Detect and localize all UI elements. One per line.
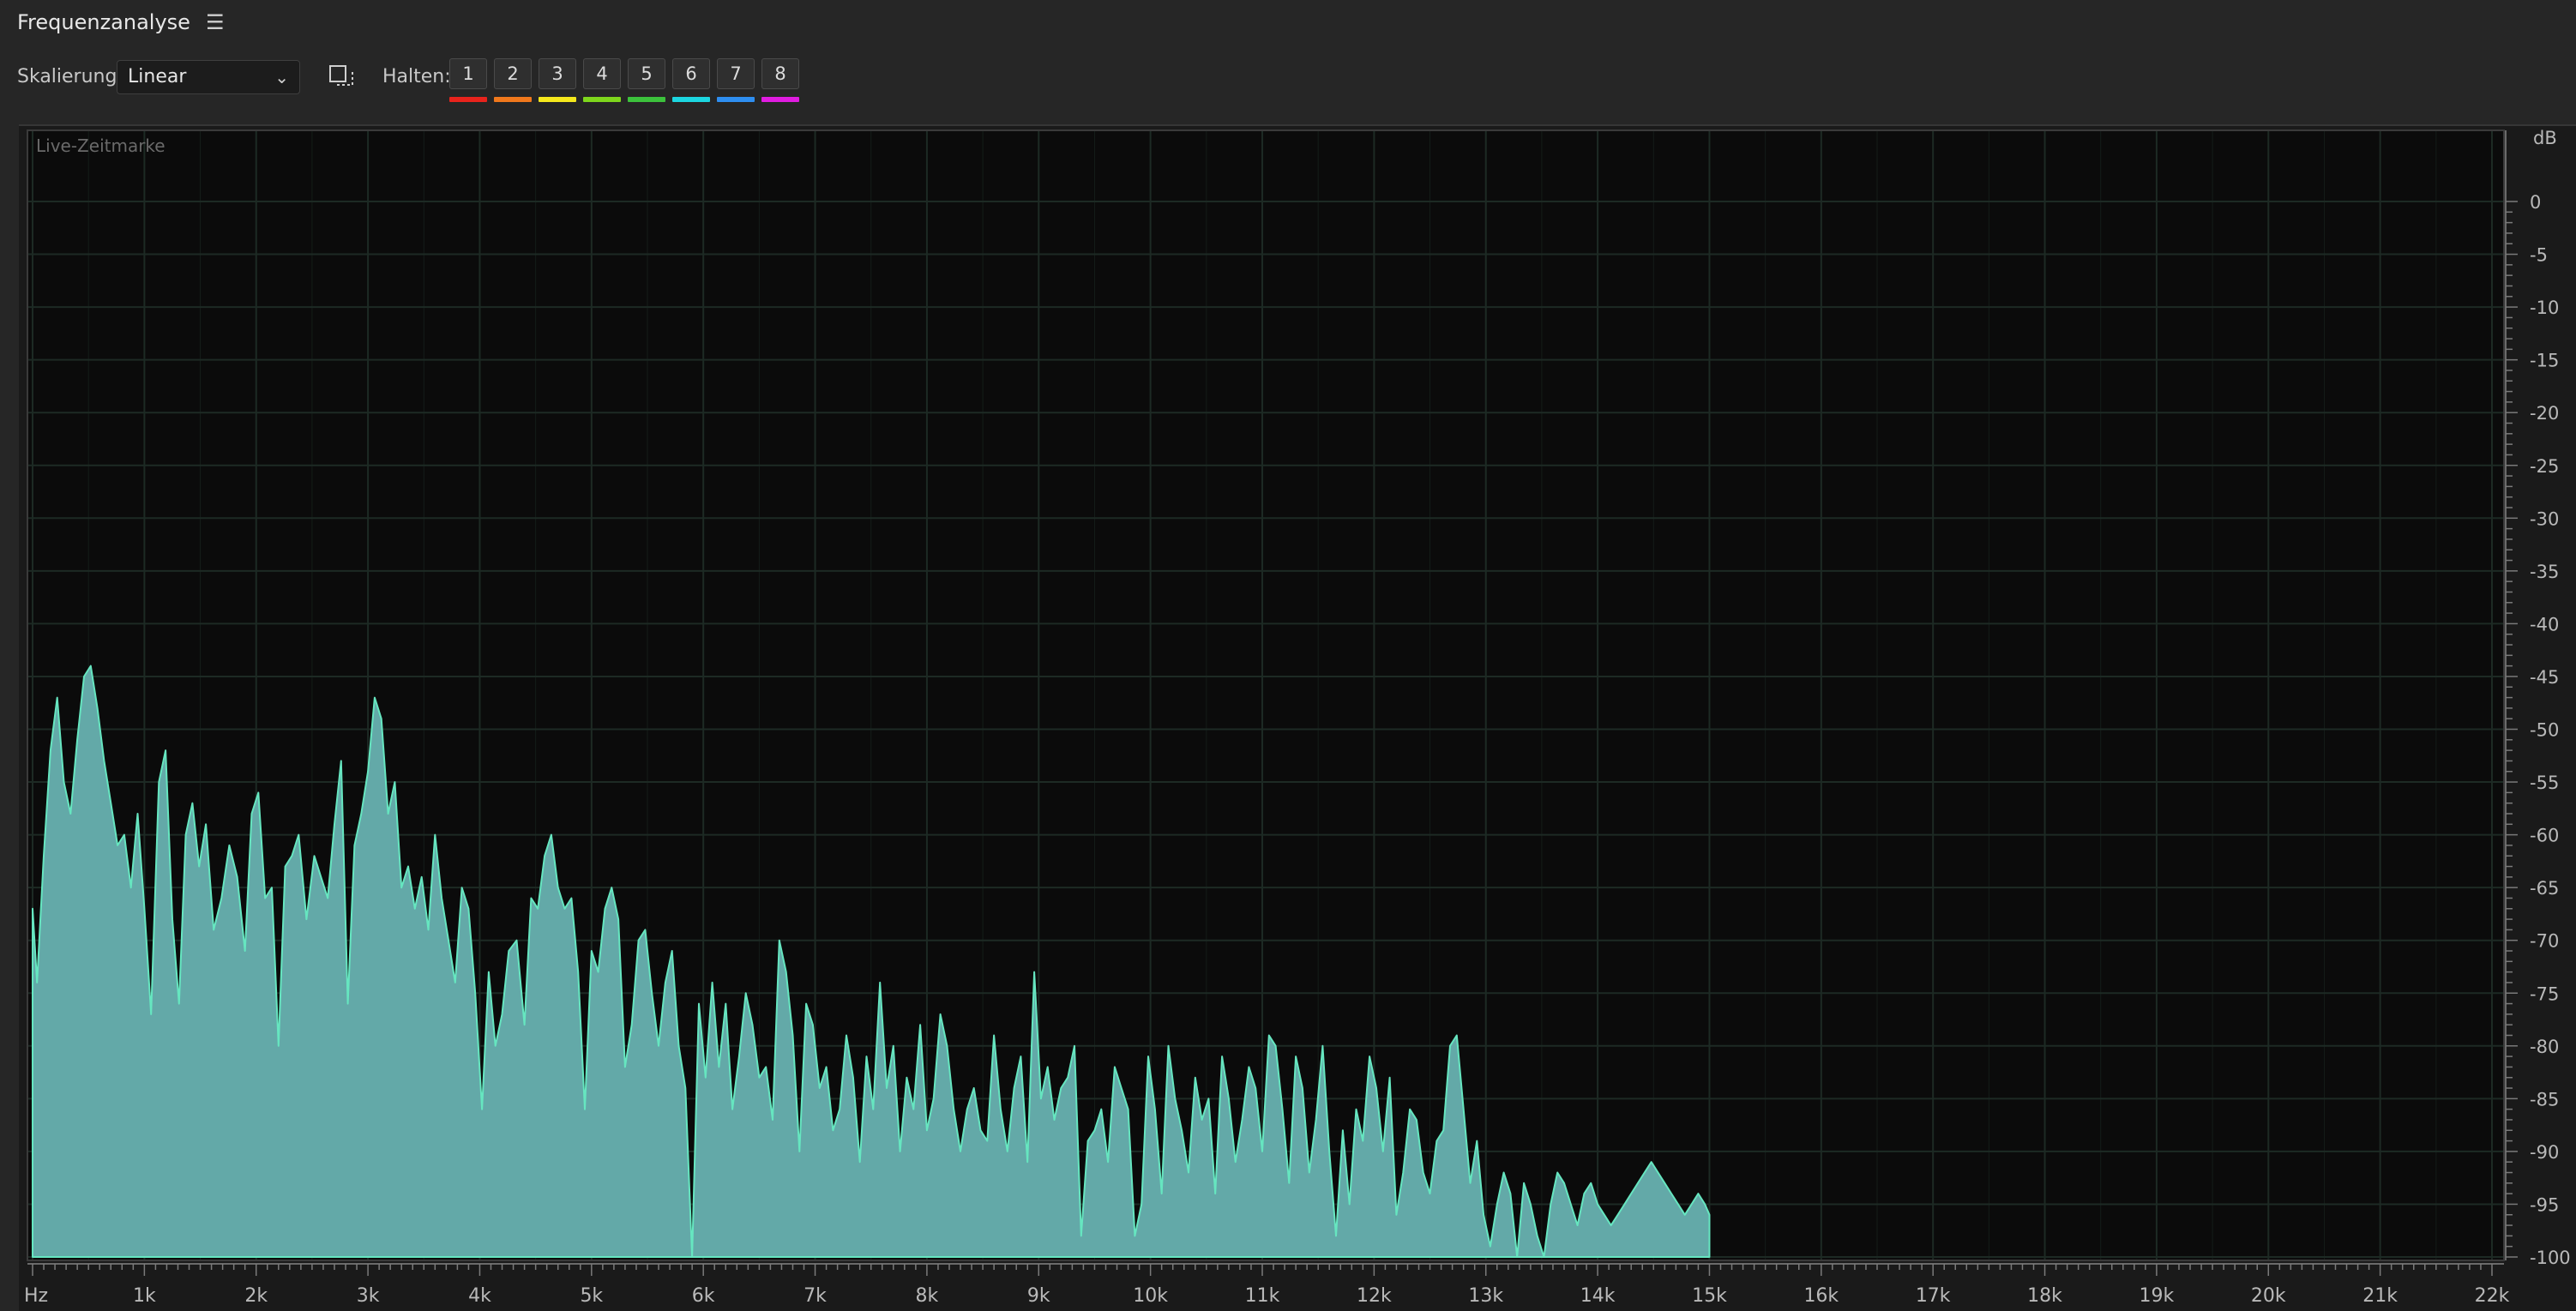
y-tick-label: -40 bbox=[2530, 614, 2559, 634]
y-tick-label: -70 bbox=[2530, 931, 2559, 952]
y-tick-label: -5 bbox=[2530, 245, 2548, 266]
y-tick-label: -10 bbox=[2530, 298, 2559, 318]
x-tick-label: 15k bbox=[1692, 1285, 1727, 1307]
y-tick-label: -85 bbox=[2530, 1089, 2559, 1110]
x-tick-label: 9k bbox=[1027, 1285, 1050, 1307]
x-tick-label: Hz bbox=[24, 1285, 48, 1307]
x-tick-label: 5k bbox=[580, 1285, 603, 1307]
y-tick-label: -55 bbox=[2530, 773, 2559, 793]
x-tick-label: 1k bbox=[133, 1285, 156, 1307]
y-tick-label: -45 bbox=[2530, 667, 2559, 688]
y-tick-label: -90 bbox=[2530, 1142, 2559, 1163]
y-tick-label: 0 bbox=[2530, 192, 2541, 213]
x-tick-label: 12k bbox=[1357, 1285, 1392, 1307]
x-tick-label: 4k bbox=[468, 1285, 491, 1307]
y-axis-unit-label: dB bbox=[2533, 128, 2557, 148]
x-tick-label: 16k bbox=[1803, 1285, 1839, 1307]
x-tick-label: 7k bbox=[803, 1285, 827, 1307]
x-tick-label: 8k bbox=[916, 1285, 939, 1307]
x-tick-label: 21k bbox=[2362, 1285, 2398, 1307]
y-tick-label: -60 bbox=[2530, 826, 2559, 846]
x-tick-label: 10k bbox=[1133, 1285, 1168, 1307]
y-tick-label: -65 bbox=[2530, 878, 2559, 899]
x-tick-label: 14k bbox=[1580, 1285, 1616, 1307]
y-tick-label: -30 bbox=[2530, 508, 2559, 529]
x-tick-label: 17k bbox=[1916, 1285, 1951, 1307]
y-tick-label: -50 bbox=[2530, 720, 2559, 741]
x-tick-label: 3k bbox=[357, 1285, 380, 1307]
x-tick-label: 18k bbox=[2027, 1285, 2062, 1307]
y-tick-label: -15 bbox=[2530, 351, 2559, 371]
x-tick-label: 13k bbox=[1468, 1285, 1503, 1307]
x-tick-label: 19k bbox=[2140, 1285, 2175, 1307]
y-tick-label: -25 bbox=[2530, 456, 2559, 477]
x-tick-label: 22k bbox=[2475, 1285, 2510, 1307]
y-tick-label: -95 bbox=[2530, 1194, 2559, 1215]
y-tick-label: -35 bbox=[2530, 562, 2559, 582]
x-tick-label: 11k bbox=[1245, 1285, 1280, 1307]
y-tick-label: -75 bbox=[2530, 983, 2559, 1004]
x-tick-label: 6k bbox=[692, 1285, 715, 1307]
y-tick-label: -80 bbox=[2530, 1037, 2559, 1057]
live-cursor-label: Live-Zeitmarke bbox=[36, 135, 166, 156]
x-tick-label: 20k bbox=[2251, 1285, 2286, 1307]
y-tick-label: -20 bbox=[2530, 403, 2559, 424]
frequency-spectrum-chart[interactable]: dB 0 -5 -10 -15 -20 -25 -30 -35 -40 -45 -50 -55 -60 -6… bbox=[0, 0, 2576, 1309]
x-tick-label: 2k bbox=[244, 1285, 268, 1307]
y-tick-label: -100 bbox=[2530, 1248, 2571, 1268]
